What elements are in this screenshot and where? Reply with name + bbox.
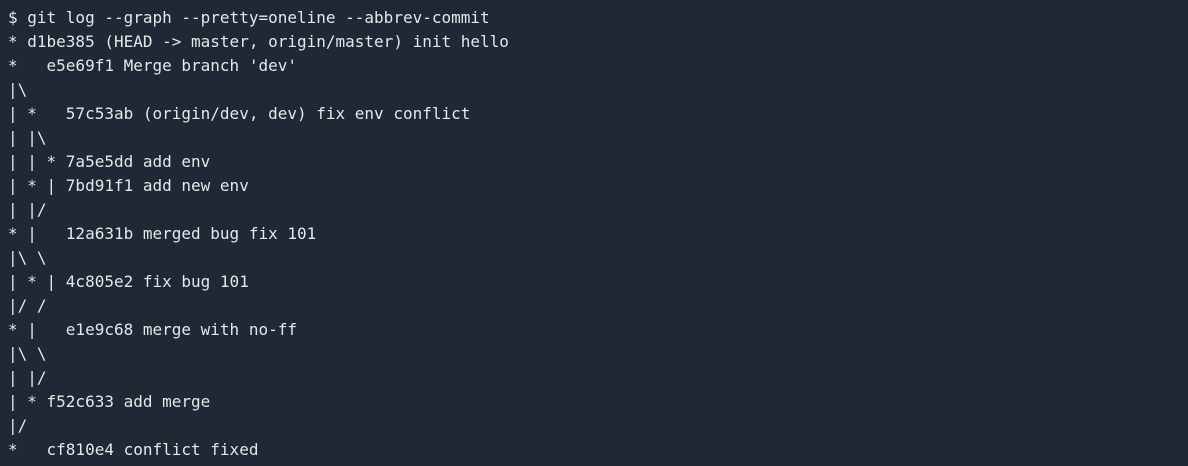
git-log-text: * | 12a631b merged bug fix 101	[8, 224, 317, 243]
git-log-line: | |\	[8, 126, 1188, 150]
git-log-line: | * | 4c805e2 fix bug 101	[8, 270, 1188, 294]
git-log-text: |\ \	[8, 344, 47, 363]
git-log-text: | * 57c53ab (origin/dev, dev) fix env co…	[8, 104, 471, 123]
git-log-text: |\ \	[8, 248, 47, 267]
terminal-window[interactable]: $ git log --graph --pretty=oneline --abb…	[0, 0, 1188, 466]
git-log-line: | |/	[8, 366, 1188, 390]
git-log-text: | |/	[8, 200, 47, 219]
git-log-line: | * f52c633 add merge	[8, 390, 1188, 414]
git-log-text: | * | 7bd91f1 add new env	[8, 176, 249, 195]
git-log-text: * e5e69f1 Merge branch 'dev'	[8, 56, 297, 75]
git-log-text: * cf810e4 conflict fixed	[8, 440, 259, 459]
git-log-line: * e5e69f1 Merge branch 'dev'	[8, 54, 1188, 78]
git-log-line: |\	[8, 78, 1188, 102]
git-log-text: |\	[8, 80, 28, 99]
git-log-line: | | * 7a5e5dd add env	[8, 150, 1188, 174]
command-line: $ git log --graph --pretty=oneline --abb…	[8, 6, 1188, 30]
git-log-line: * d1be385 (HEAD -> master, origin/master…	[8, 30, 1188, 54]
git-log-line: |\ \	[8, 342, 1188, 366]
git-log-text: | * f52c633 add merge	[8, 392, 211, 411]
git-log-line: |/ /	[8, 294, 1188, 318]
git-log-line: |/	[8, 414, 1188, 438]
git-log-line: * | e1e9c68 merge with no-ff	[8, 318, 1188, 342]
git-log-text: |/ /	[8, 296, 47, 315]
git-log-line: * | 12a631b merged bug fix 101	[8, 222, 1188, 246]
git-log-text: | * | 4c805e2 fix bug 101	[8, 272, 249, 291]
git-log-line: | |/	[8, 198, 1188, 222]
command-text: $ git log --graph --pretty=oneline --abb…	[8, 8, 490, 27]
git-log-line: | * | 7bd91f1 add new env	[8, 174, 1188, 198]
git-log-text: | |/	[8, 368, 47, 387]
git-log-line: |\ \	[8, 246, 1188, 270]
git-log-text: * d1be385 (HEAD -> master, origin/master…	[8, 32, 509, 51]
git-log-text: | | * 7a5e5dd add env	[8, 152, 211, 171]
git-log-text: * | e1e9c68 merge with no-ff	[8, 320, 297, 339]
git-log-text: |/	[8, 416, 28, 435]
git-log-line: * cf810e4 conflict fixed	[8, 438, 1188, 462]
git-log-line: | * 57c53ab (origin/dev, dev) fix env co…	[8, 102, 1188, 126]
git-log-text: | |\	[8, 128, 47, 147]
